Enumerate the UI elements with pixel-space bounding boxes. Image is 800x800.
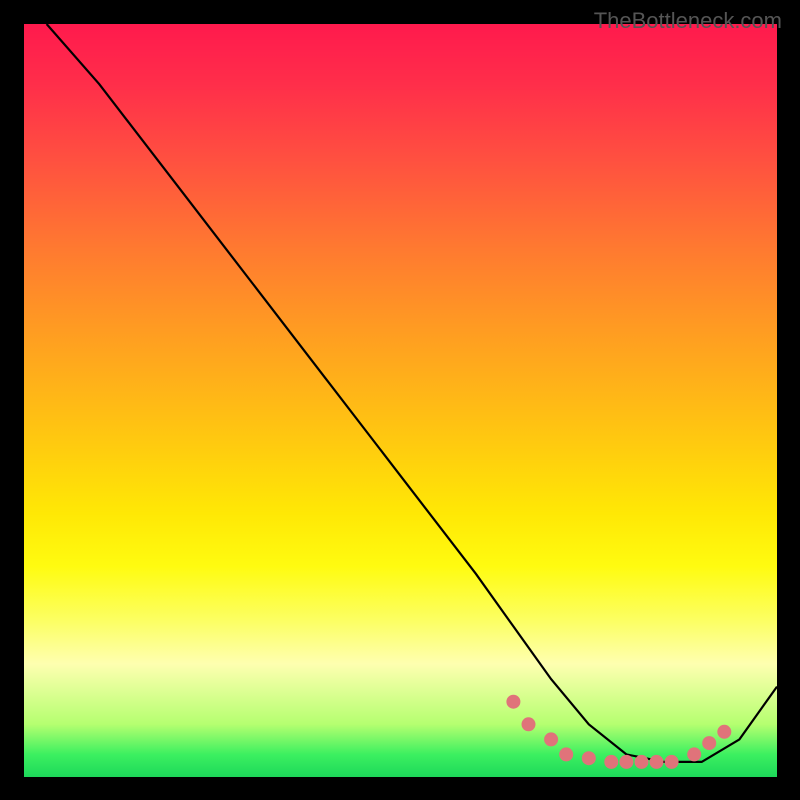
watermark-text: TheBottleneck.com — [594, 8, 782, 34]
highlight-markers — [506, 695, 731, 769]
chart-plot-area — [24, 24, 777, 777]
curve-line — [47, 24, 777, 762]
chart-svg — [24, 24, 777, 777]
chart-container: TheBottleneck.com — [0, 0, 800, 800]
